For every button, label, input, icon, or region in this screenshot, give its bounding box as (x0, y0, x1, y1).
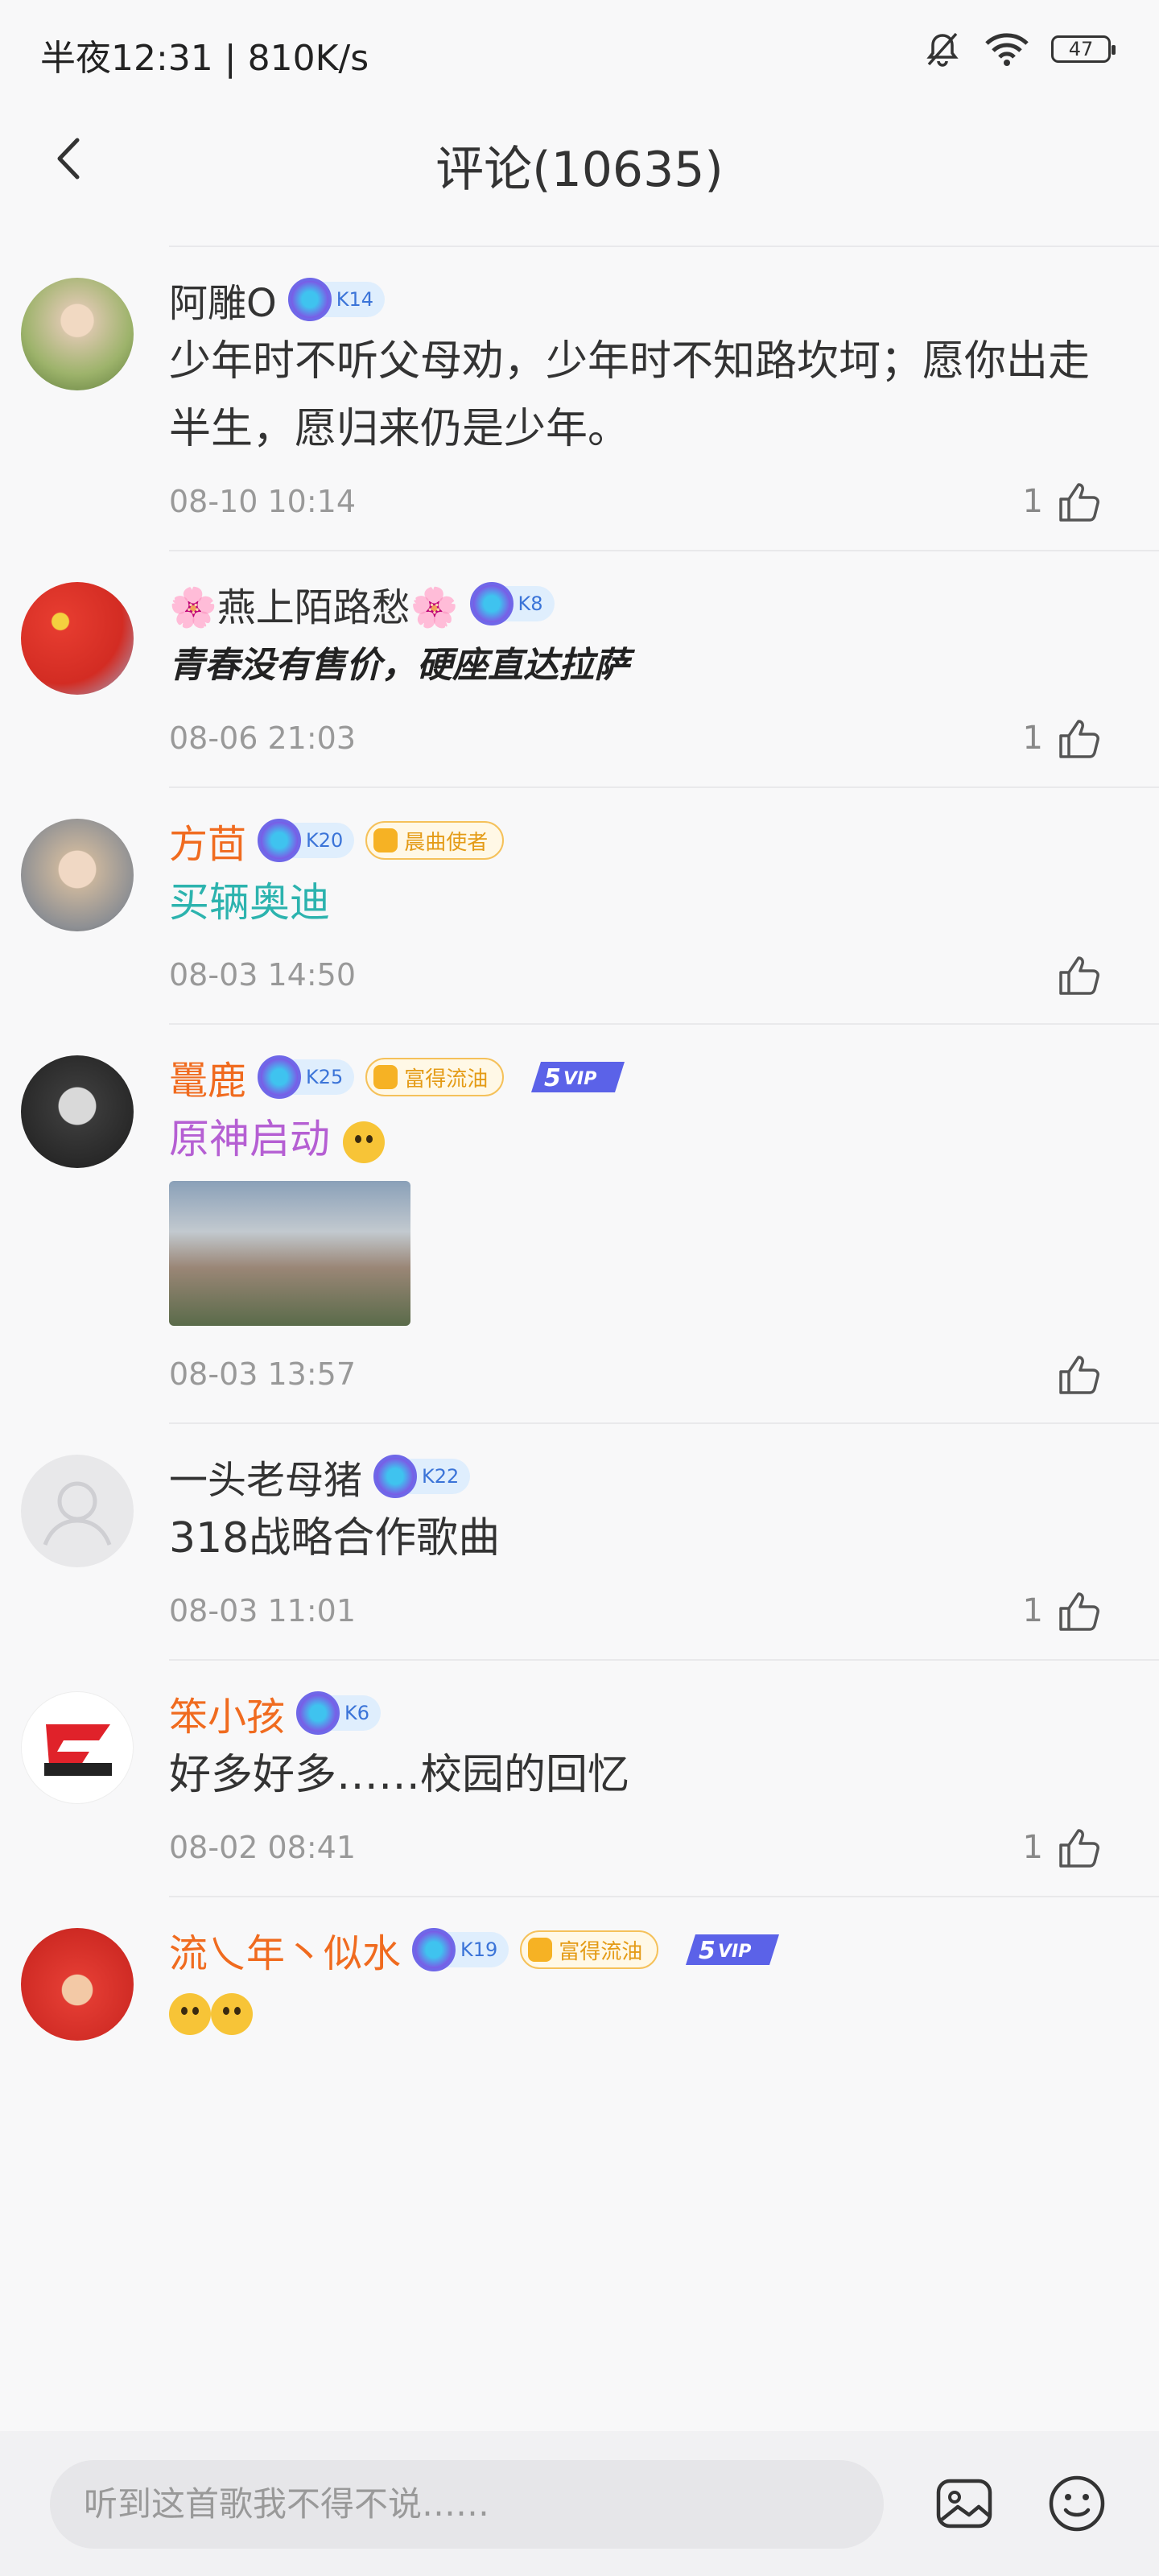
comment-text (169, 1978, 1159, 2046)
pleading-emoji-icon (211, 1993, 253, 2035)
like-button[interactable] (1043, 1351, 1103, 1397)
achievement-badge: 晨曲使者 (365, 821, 505, 860)
badge-hex-icon (373, 828, 398, 852)
comment-input-bar: 听到这首歌我不得不说…… (0, 2431, 1159, 2576)
music-disc-icon (373, 1455, 418, 1498)
comment-date: 08-03 14:50 (169, 957, 357, 993)
svg-text:5: 5 (544, 1064, 561, 1092)
level-badge: K22 (373, 1455, 471, 1498)
avatar[interactable] (21, 1055, 134, 1168)
like-count: 1 (1022, 483, 1043, 520)
thumbs-up-icon (1059, 1829, 1099, 1868)
comment-date: 08-10 10:14 (169, 484, 357, 519)
music-disc-icon (469, 582, 514, 625)
mute-bell-icon (926, 32, 959, 67)
like-button[interactable]: 1 (1023, 715, 1103, 762)
avatar[interactable] (21, 1691, 134, 1804)
music-disc-icon (296, 1691, 340, 1735)
comment-item: 笨小孩 K6 好多好多……校园的回忆 08-02 08:41 1 (21, 1659, 1159, 1880)
like-button[interactable]: 1 (1023, 478, 1103, 525)
svg-text:5: 5 (699, 1937, 716, 1965)
level-badge: K14 (287, 278, 386, 321)
avatar[interactable] (21, 1455, 134, 1567)
comment-text: 买辆奥迪 (169, 879, 330, 926)
avatar[interactable] (21, 819, 134, 931)
comment-input[interactable]: 听到这首歌我不得不说…… (50, 2460, 884, 2549)
image-picker-icon[interactable] (934, 2473, 995, 2534)
status-time: 半夜12:31 | 810K/s (40, 38, 369, 79)
vip-badge: 5 VIP (686, 1934, 780, 1965)
comment-date: 08-03 13:57 (169, 1356, 357, 1392)
comment-date: 08-03 11:01 (169, 1593, 357, 1629)
comment-list[interactable]: 阿雕O K14 少年时不听父母劝，少年时不知路坎坷；愿你出走半生，愿归来仍是少年… (0, 246, 1159, 2427)
avatar[interactable] (21, 582, 134, 695)
achievement-badge: 富得流油 (365, 1058, 505, 1096)
comment-item: 一头老母猪 K22 318战略合作歌曲 08-03 11:01 1 (21, 1422, 1159, 1643)
level-badge: K6 (296, 1691, 382, 1735)
header: 评论(10635) (0, 113, 1159, 209)
user-name[interactable]: 🌸燕上陌路愁🌸 (169, 576, 459, 632)
comment-text: 青春没有售价，硬座直达拉萨 (169, 645, 629, 686)
music-disc-icon (287, 278, 332, 321)
music-disc-icon (412, 1928, 456, 1971)
status-bar: 半夜12:31 | 810K/s 47 (0, 0, 1159, 105)
thumbs-up-icon (1059, 1592, 1099, 1631)
battery-indicator: 47 (1051, 35, 1116, 63)
comment-date: 08-06 21:03 (169, 720, 357, 756)
user-name[interactable]: 流乀年丶似水 (169, 1922, 401, 1978)
avatar[interactable] (21, 1928, 134, 2041)
user-name[interactable]: 阿雕O (169, 271, 277, 328)
like-button[interactable]: 1 (1023, 1824, 1103, 1871)
user-name[interactable]: 笨小孩 (169, 1685, 285, 1741)
vip-badge: 5 VIP (531, 1062, 625, 1092)
page-title: 评论(10635) (435, 142, 724, 198)
like-button[interactable] (1043, 952, 1103, 998)
user-name[interactable]: 一头老母猪 (169, 1448, 362, 1505)
like-button[interactable]: 1 (1023, 1587, 1103, 1634)
comment-image[interactable] (169, 1181, 410, 1326)
level-badge: K8 (469, 582, 555, 625)
svg-text:VIP: VIP (718, 1942, 751, 1962)
comment-text: 好多好多……校园的回忆 (169, 1751, 630, 1799)
comment-text: 318战略合作歌曲 (169, 1514, 501, 1563)
comment-item: 流乀年丶似水 K19 富得流油 5 VIP (21, 1896, 1159, 2046)
achievement-badge: 富得流油 (520, 1930, 659, 1969)
sunnsy-logo-icon (44, 1724, 112, 1776)
user-name[interactable]: 方茴 (169, 812, 246, 869)
level-badge: K20 (258, 819, 355, 862)
thumbs-up-icon (1059, 1356, 1099, 1394)
status-icons: 47 (922, 29, 1116, 69)
level-badge: K25 (258, 1055, 355, 1099)
avatar[interactable] (21, 278, 134, 390)
wifi-icon (985, 33, 1029, 66)
comment-item: 🌸燕上陌路愁🌸 K8 青春没有售价，硬座直达拉萨 08-06 21:03 1 (21, 550, 1159, 770)
thumbs-up-icon (1059, 720, 1099, 758)
level-badge: K19 (412, 1928, 509, 1971)
default-user-icon (43, 1481, 112, 1546)
like-count: 1 (1022, 720, 1043, 757)
badge-hex-icon (373, 1065, 398, 1089)
pleading-emoji-icon (169, 1993, 211, 2035)
smile-emoji-icon (342, 1121, 385, 1163)
thumbs-up-icon (1059, 483, 1099, 522)
comment-text: 少年时不听父母劝，少年时不知路坎坷；愿你出走半生，愿归来仍是少年。 (169, 337, 1091, 453)
like-count: 1 (1022, 1829, 1043, 1866)
comment-item: 鼍鹿 K25 富得流油 5 VIP 原神启动 08-03 13:57 (21, 1023, 1159, 1406)
comment-text: 原神启动 (169, 1105, 1159, 1173)
comment-item: 方茴 K20 晨曲使者 买辆奥迪 08-03 14:50 (21, 786, 1159, 1007)
music-disc-icon (258, 1055, 302, 1099)
comment-date: 08-02 08:41 (169, 1830, 357, 1865)
user-name[interactable]: 鼍鹿 (169, 1049, 246, 1105)
badge-hex-icon (528, 1938, 553, 1962)
thumbs-up-icon (1059, 956, 1099, 995)
svg-text:VIP: VIP (563, 1069, 596, 1089)
emoji-icon[interactable] (1046, 2473, 1107, 2534)
comment-item: 阿雕O K14 少年时不听父母劝，少年时不知路坎坷；愿你出走半生，愿归来仍是少年… (21, 246, 1159, 534)
like-count: 1 (1022, 1592, 1043, 1629)
music-disc-icon (258, 819, 302, 862)
